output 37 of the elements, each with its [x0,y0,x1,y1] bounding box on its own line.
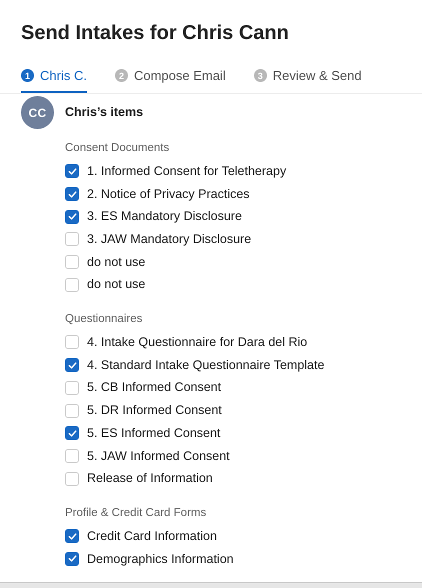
check-icon [68,428,76,438]
check-icon [68,212,76,222]
item-label: 4. Intake Questionnaire for Dara del Rio [87,334,308,352]
dialog-title: Send Intakes for Chris Cann [21,21,289,46]
checkbox[interactable] [65,164,79,178]
item-label: 5. JAW Informed Consent [87,448,230,465]
checkbox[interactable] [65,210,79,224]
step-tab[interactable]: 2 Compose Email [114,68,226,93]
item-label: 5. CB Informed Consent [87,379,222,396]
item-label: 3. JAW Mandatory Disclosure [87,231,252,248]
check-icon [68,190,76,199]
avatar: CC [21,96,54,129]
item-label: 4. Standard Intake Questionnaire Template [87,356,324,374]
step-tab[interactable]: 3 Review & Send [254,68,362,93]
section-heading: Questionnaires [65,312,142,326]
section-heading: Consent Documents [65,141,170,155]
checkbox[interactable] [65,552,79,566]
item-label: 2. Notice of Privacy Practices [87,186,250,203]
item-label: Credit Card Information [87,528,217,545]
client-heading: Chris’s items [65,104,144,122]
check-icon [68,532,76,541]
item-label: 5. ES Informed Consent [87,424,220,442]
check-icon [68,166,76,176]
checkbox[interactable] [65,358,79,372]
item-label: do not use [87,276,146,294]
check-icon [68,554,76,564]
item-label: Release of Information [87,470,213,488]
checkbox[interactable] [65,187,79,202]
item-label: 5. DR Informed Consent [87,402,222,420]
item-label: Demographics Information [87,550,234,568]
item-label: do not use [87,254,146,271]
checkbox[interactable] [65,426,79,440]
checkbox[interactable] [65,529,79,544]
item-label: 3. ES Mandatory Disclosure [87,208,242,226]
section-heading: Profile & Credit Card Forms [65,506,206,520]
check-icon [68,360,76,370]
item-label: 1. Informed Consent for Teletherapy [87,162,286,180]
